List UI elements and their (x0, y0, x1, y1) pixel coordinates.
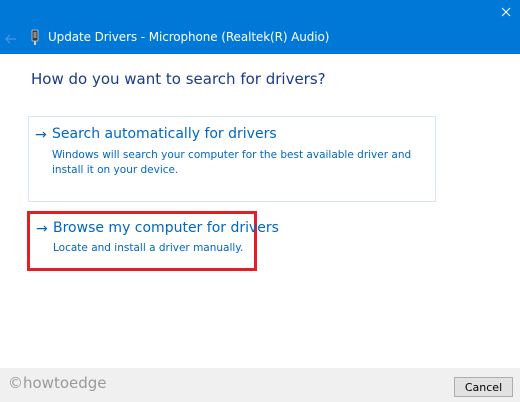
option-description: Windows will search your computer for th… (52, 149, 412, 176)
dialog-footer: ©howtoedge Cancel (0, 368, 520, 402)
dialog-title: Update Drivers - Microphone (Realtek(R) … (48, 30, 330, 44)
close-button[interactable] (492, 0, 520, 22)
title-bar (0, 0, 520, 22)
option-title: Search automatically for drivers (52, 126, 277, 142)
microphone-device-icon (30, 29, 40, 47)
browse-my-computer-option[interactable]: → Browse my computer for drivers Locate … (27, 211, 279, 271)
search-automatically-option[interactable]: → Search automatically for drivers Windo… (28, 116, 436, 202)
page-heading: How do you want to search for drivers? (31, 70, 326, 88)
dialog-header: Update Drivers - Microphone (Realtek(R) … (0, 22, 520, 54)
close-icon (501, 2, 511, 21)
back-arrow-icon[interactable] (4, 31, 18, 45)
option-title: Browse my computer for drivers (53, 220, 279, 236)
arrow-right-icon: → (35, 127, 47, 143)
cancel-button[interactable]: Cancel (454, 377, 513, 397)
option-description: Locate and install a driver manually. (53, 242, 244, 254)
watermark: ©howtoedge (8, 374, 107, 392)
arrow-right-icon: → (36, 221, 48, 237)
